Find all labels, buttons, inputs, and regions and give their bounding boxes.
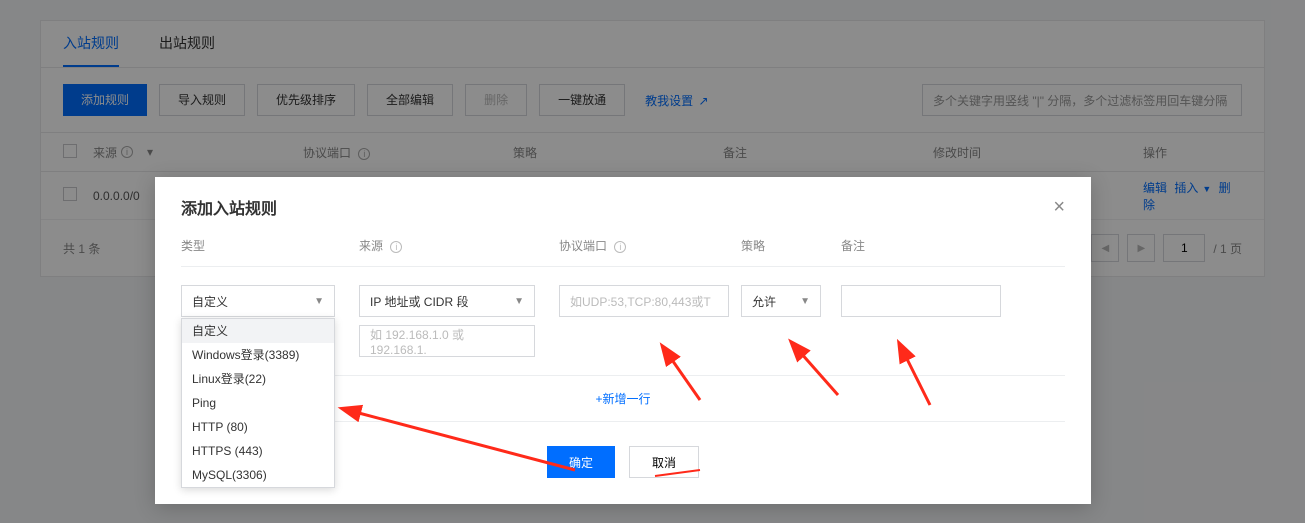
header-policy: 策略 bbox=[741, 237, 841, 254]
source-mode-value: IP 地址或 CIDR 段 bbox=[370, 293, 468, 310]
type-option-https[interactable]: HTTPS (443) bbox=[182, 439, 334, 463]
remark-input[interactable] bbox=[841, 285, 1001, 317]
form-header: 类型 来源 i 协议端口 i 策略 备注 bbox=[181, 233, 1065, 266]
chevron-down-icon: ▼ bbox=[314, 296, 324, 307]
source-mode-select[interactable]: IP 地址或 CIDR 段 ▼ bbox=[359, 285, 535, 317]
header-proto: 协议端口 bbox=[559, 239, 607, 253]
type-select[interactable]: 自定义 ▼ bbox=[181, 285, 335, 317]
source-placeholder: 如 192.168.1.0 或 192.168.1. bbox=[370, 326, 524, 357]
type-option-linux[interactable]: Linux登录(22) bbox=[182, 367, 334, 391]
header-source: 来源 bbox=[359, 239, 383, 253]
type-option-custom[interactable]: 自定义 bbox=[182, 319, 334, 343]
type-option-windows[interactable]: Windows登录(3389) bbox=[182, 343, 334, 367]
protocol-port-input[interactable]: 如UDP:53,TCP:80,443或T bbox=[559, 285, 729, 317]
modal-title: 添加入站规则 bbox=[181, 195, 277, 219]
info-icon[interactable]: i bbox=[390, 241, 402, 253]
source-input[interactable]: 如 192.168.1.0 或 192.168.1. bbox=[359, 325, 535, 357]
policy-select-value: 允许 bbox=[752, 293, 776, 310]
add-inbound-rule-modal: 添加入站规则 × 类型 来源 i 协议端口 i 策略 备注 自定义 ▼ bbox=[155, 177, 1091, 504]
type-option-ping[interactable]: Ping bbox=[182, 391, 334, 415]
rule-form-row: 自定义 ▼ 自定义 Windows登录(3389) Linux登录(22) Pi… bbox=[181, 266, 1065, 376]
header-remark: 备注 bbox=[841, 237, 1065, 254]
header-type: 类型 bbox=[181, 237, 359, 254]
close-icon[interactable]: × bbox=[1053, 197, 1065, 217]
protocol-port-placeholder: 如UDP:53,TCP:80,443或T bbox=[570, 293, 711, 310]
type-dropdown: 自定义 Windows登录(3389) Linux登录(22) Ping HTT… bbox=[181, 318, 335, 488]
chevron-down-icon: ▼ bbox=[514, 296, 524, 307]
type-option-http[interactable]: HTTP (80) bbox=[182, 415, 334, 439]
info-icon[interactable]: i bbox=[614, 241, 626, 253]
policy-select[interactable]: 允许 ▼ bbox=[741, 285, 821, 317]
type-select-value: 自定义 bbox=[192, 293, 228, 310]
confirm-button[interactable]: 确定 bbox=[547, 446, 615, 478]
type-option-mysql[interactable]: MySQL(3306) bbox=[182, 463, 334, 487]
chevron-down-icon: ▼ bbox=[800, 296, 810, 307]
cancel-button[interactable]: 取消 bbox=[629, 446, 699, 478]
